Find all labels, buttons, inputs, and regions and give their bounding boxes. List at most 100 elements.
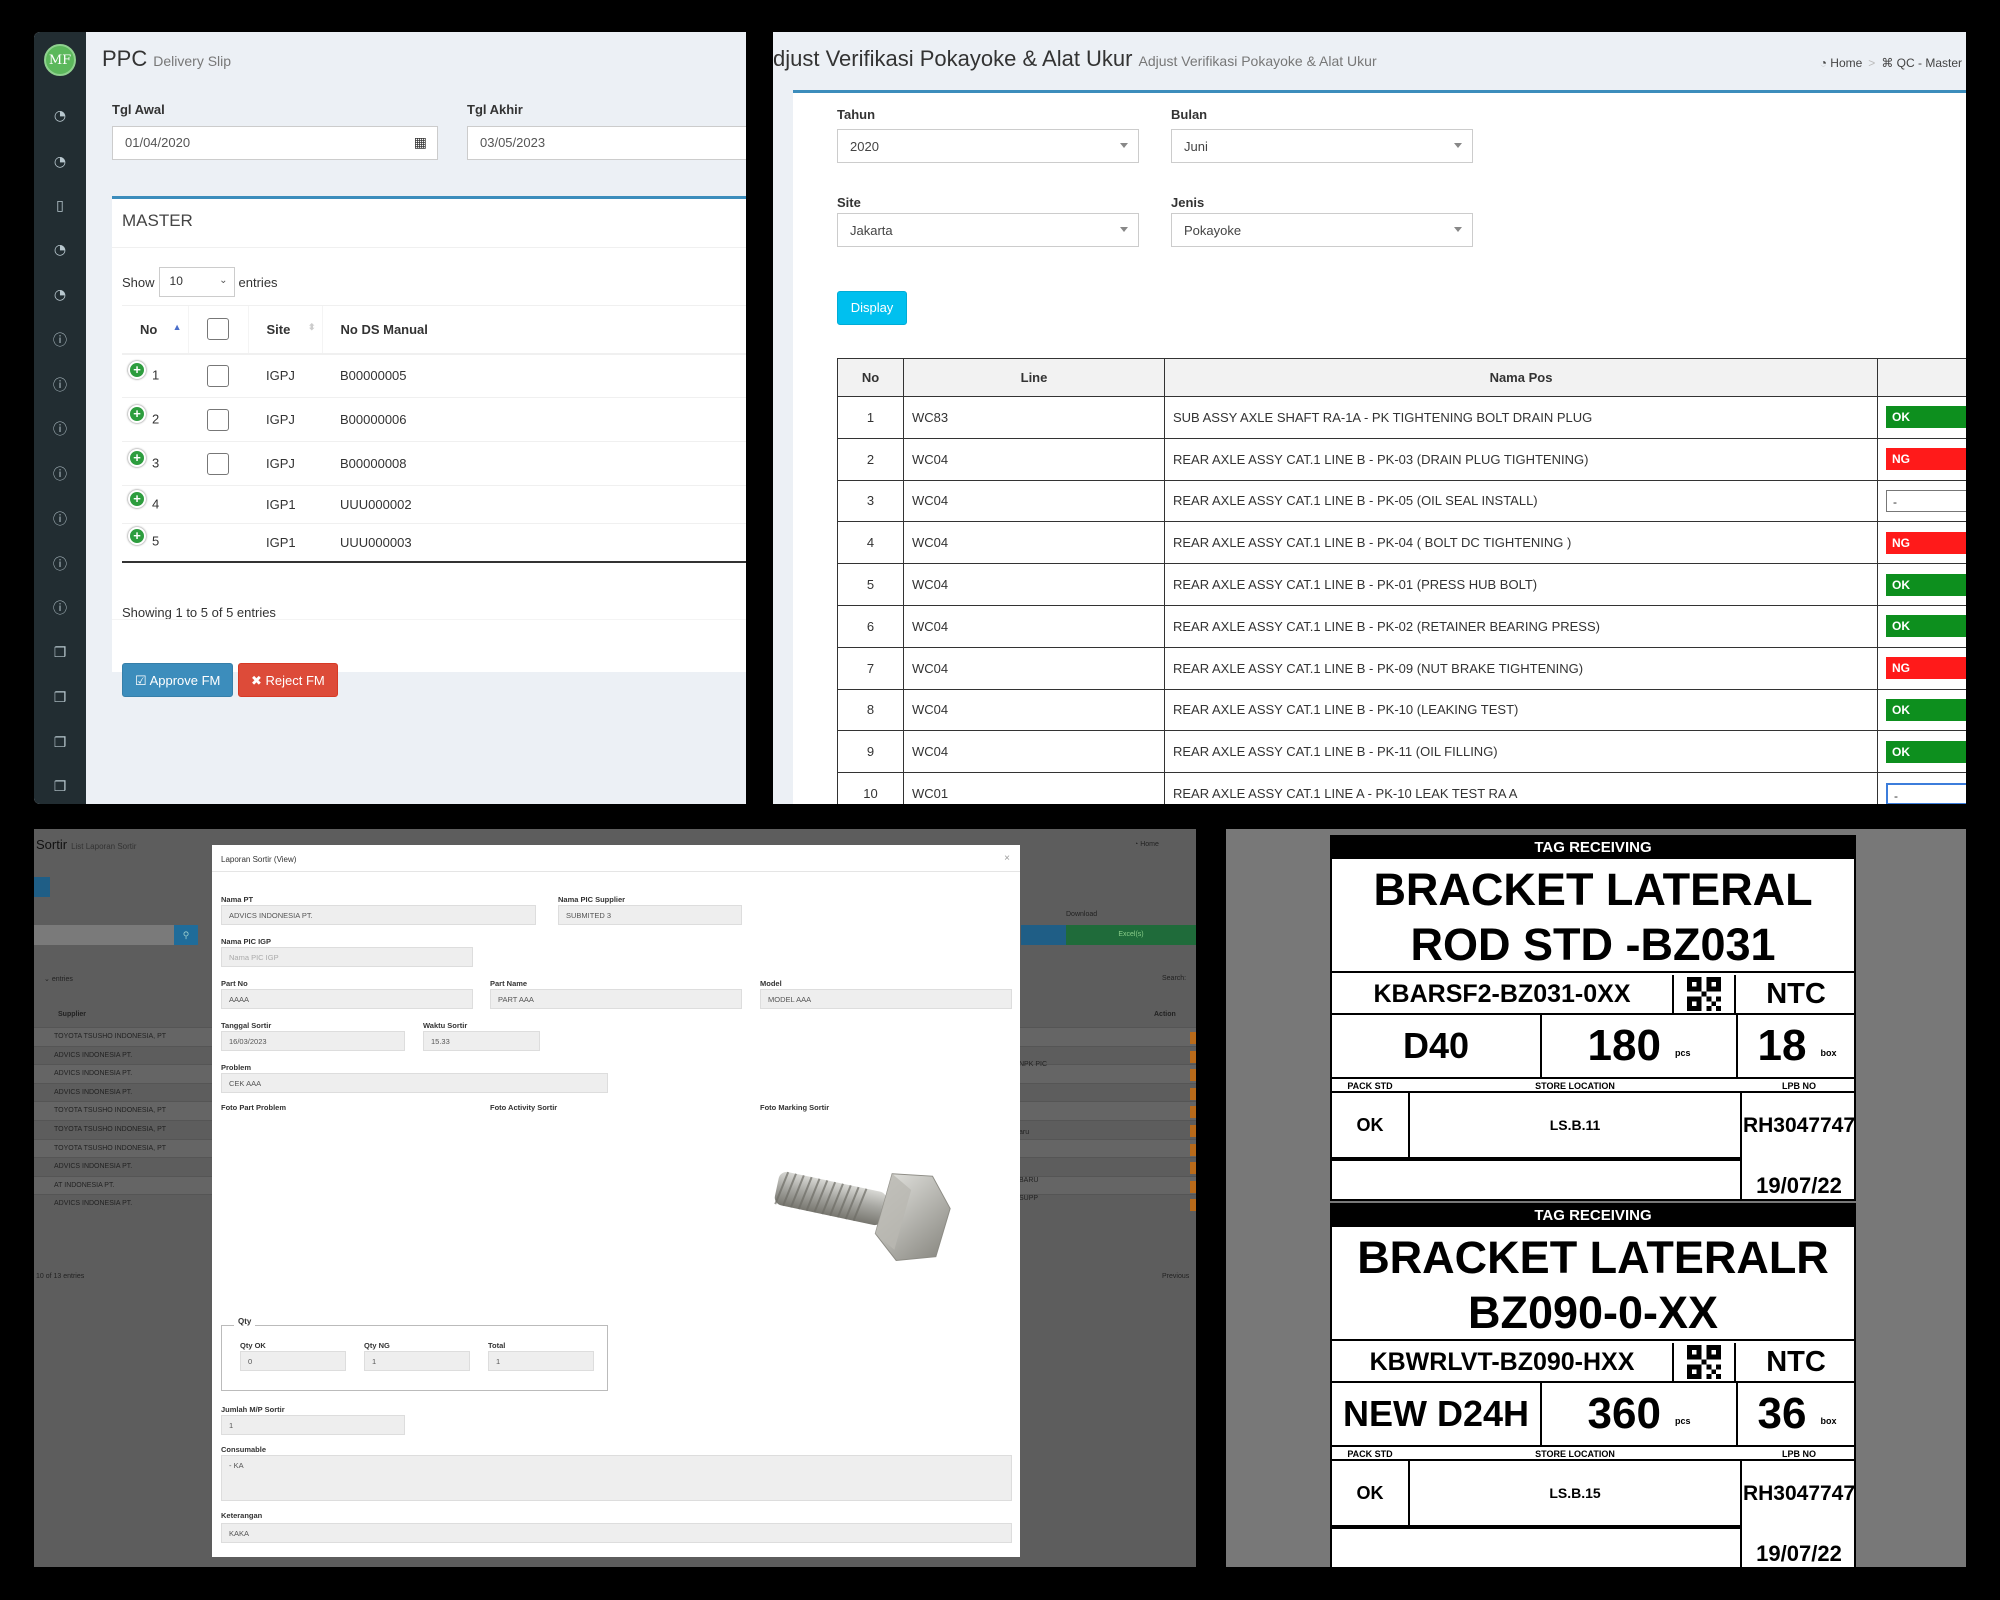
expand-icon[interactable]: + (128, 527, 146, 546)
search-icon: ⚲ (174, 925, 198, 945)
tahun-label: Tahun (837, 107, 876, 122)
filter-box: Tahun 2020 Bulan Juni Site Jakarta Jenis… (793, 90, 1966, 804)
row-checkbox[interactable] (207, 408, 229, 431)
copy-icon[interactable]: ❐ (34, 643, 86, 663)
part-name-field[interactable]: PART AAA (490, 989, 742, 1009)
keterangan-field[interactable]: KAKA (221, 1523, 1012, 1543)
qty-ng-field[interactable]: 1 (364, 1351, 470, 1371)
bg-action-button (1190, 1125, 1196, 1137)
bulan-select[interactable]: Juni (1171, 129, 1473, 163)
dashboard-icon[interactable]: ◔ (34, 106, 86, 126)
model-code: D40 (1332, 1015, 1542, 1079)
bg-supplier-cell: TOYOTA TSUSHO INDONESIA, PT (54, 1107, 167, 1115)
tahun-select[interactable]: 2020 (837, 129, 1139, 163)
mobile-icon[interactable]: ▯ (34, 196, 86, 216)
tag-header: TAG RECEIVING (1332, 1205, 1854, 1227)
status-input[interactable]: - (1886, 489, 1966, 512)
expand-icon[interactable]: + (128, 404, 146, 423)
bg-supplier-cell: TOYOTA TSUSHO INDONESIA, PT (54, 1033, 167, 1040)
tgl-akhir-input[interactable]: 03/05/2023 (467, 126, 746, 160)
info-icon[interactable]: ⓘ (34, 509, 86, 529)
status-input[interactable]: - (1886, 782, 1966, 804)
dashboard-icon[interactable]: ◔ (34, 285, 86, 305)
info-icon[interactable]: ⓘ (34, 464, 86, 484)
pic-igp-label: Nama PIC IGP (221, 937, 272, 946)
site-select[interactable]: Jakarta (837, 213, 1139, 247)
select-all-checkbox[interactable] (207, 318, 229, 341)
copy-icon[interactable]: ❐ (34, 688, 86, 708)
info-icon[interactable]: ⓘ (34, 419, 86, 439)
expand-icon[interactable]: + (128, 360, 146, 379)
status-badge[interactable]: NG (1886, 448, 1966, 471)
cell-select (188, 485, 248, 524)
cell-no: +3 (122, 441, 188, 486)
nama-pt-field[interactable]: ADVICS INDONESIA PT. (221, 905, 536, 925)
part-no-label: Part No (221, 979, 248, 988)
status-badge[interactable]: OK (1886, 740, 1966, 763)
cell-site: IGP1 (248, 485, 322, 524)
info-icon[interactable]: ⓘ (34, 554, 86, 574)
pic-igp-field[interactable]: Nama PIC IGP (221, 947, 473, 967)
qty-ok-field[interactable]: 0 (240, 1351, 346, 1371)
row-checkbox[interactable] (207, 452, 229, 475)
reject-fm-button[interactable]: ✖ Reject FM (238, 663, 338, 697)
dashboard-icon[interactable]: ◔ (34, 240, 86, 260)
status-badge[interactable]: OK (1886, 573, 1966, 596)
bg-entries-label: entries (51, 976, 73, 983)
status-badge[interactable]: NG (1886, 657, 1966, 680)
info-icon[interactable]: ⓘ (34, 598, 86, 618)
tgl-awal-input[interactable]: 01/04/2020 ▦ (112, 126, 438, 160)
caret-down-icon (1120, 143, 1128, 148)
foto-problem-label: Foto Part Problem (221, 1103, 287, 1112)
calendar-icon[interactable]: ▦ (414, 134, 427, 151)
pic-supplier-field[interactable]: SUBMITED 3 (558, 905, 742, 925)
cell-no: 3 (837, 479, 904, 523)
tanggal-sortir-field[interactable]: 16/03/2023 (221, 1031, 405, 1051)
jenis-select[interactable]: Pokayoke (1171, 213, 1473, 247)
col-site[interactable]: Site ⬍ (247, 305, 322, 355)
status-badge[interactable]: NG (1886, 531, 1966, 554)
bg-action-button (1190, 1143, 1196, 1156)
consumable-textarea[interactable]: - KA (221, 1455, 1012, 1501)
pack-std-label: PACK STD (1347, 1449, 1393, 1459)
display-button[interactable]: Display (837, 291, 907, 325)
jumlah-mp-field[interactable]: 1 (221, 1415, 405, 1435)
status-badge[interactable]: OK (1886, 615, 1966, 638)
qty-ng-label: Qty NG (364, 1341, 390, 1350)
part-no-field[interactable]: AAAA (221, 989, 473, 1009)
info-icon[interactable]: ⓘ (34, 375, 86, 395)
breadcrumb-current[interactable]: QC - Master (1897, 56, 1962, 70)
row-checkbox[interactable] (207, 364, 229, 387)
approve-fm-button[interactable]: ☑ Approve FM (122, 663, 234, 697)
page-size-select[interactable]: 10 ⌄ (158, 267, 235, 297)
waktu-sortir-field[interactable]: 15.33 (423, 1031, 540, 1051)
bg-download-label: Download (1066, 911, 1098, 918)
expand-icon[interactable]: + (128, 448, 146, 467)
col-ds-manual[interactable]: No DS Manual (321, 305, 746, 355)
info-icon[interactable]: ⓘ (34, 330, 86, 350)
tgl-akhir-value: 03/05/2023 (480, 135, 546, 150)
bg-home: Home (1140, 841, 1159, 848)
status-badge[interactable]: OK (1886, 406, 1966, 429)
model-field[interactable]: MODEL AAA (760, 989, 1012, 1009)
status-badge[interactable]: OK (1886, 698, 1966, 721)
total-field[interactable]: 1 (488, 1351, 594, 1371)
problem-field[interactable]: CEK AAA (221, 1073, 608, 1093)
bg-button (1021, 925, 1071, 945)
close-icon[interactable]: × (1004, 853, 1010, 864)
qty-cell: 180 pcs (1542, 1015, 1738, 1079)
bg-excel-button: Excel(s) (1066, 925, 1196, 945)
copy-icon[interactable]: ❐ (34, 733, 86, 753)
app-logo[interactable]: MF (44, 44, 76, 76)
caret-down-icon (1454, 227, 1462, 232)
breadcrumb-home[interactable]: Home (1830, 56, 1862, 70)
bg-supplier-cell: TOYOTA TSUSHO INDONESIA, PT (54, 1144, 167, 1152)
table-header-row: No Line Nama Pos (837, 358, 1966, 397)
col-no[interactable]: No ▲ (122, 305, 188, 355)
expand-icon[interactable]: + (128, 489, 146, 508)
dashboard-icon[interactable]: ◔ (34, 152, 86, 172)
cell-no: 7 (837, 646, 904, 690)
caret-down-icon (1120, 227, 1128, 232)
divider (1332, 1159, 1742, 1161)
copy-icon[interactable]: ❐ (34, 777, 86, 797)
